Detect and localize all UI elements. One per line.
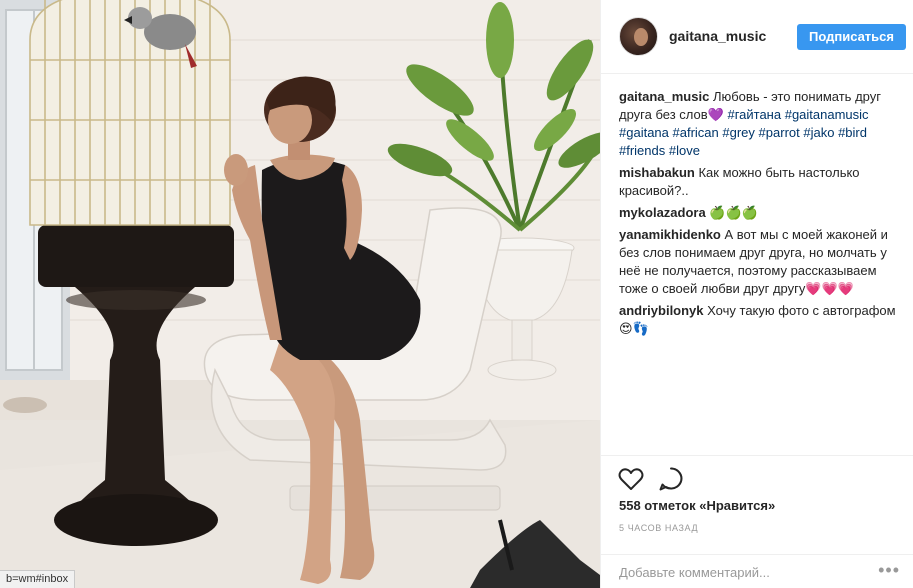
green-apple-emoji: 🍏🍏🍏 <box>709 205 758 220</box>
caption-comment: gaitana_music Любовь - это понимать друг… <box>619 88 904 160</box>
hashtag[interactable]: #friends <box>619 143 665 158</box>
hashtag[interactable]: #african <box>673 125 719 140</box>
comment-username[interactable]: yanamikhidenko <box>619 227 721 242</box>
hashtag[interactable]: #bird <box>838 125 867 140</box>
avatar-face <box>634 28 648 46</box>
avatar[interactable] <box>619 17 658 56</box>
hashtag[interactable]: #jako <box>803 125 834 140</box>
list-item-comment: mykolazadora 🍏🍏🍏 <box>619 204 904 222</box>
heart-outline-icon[interactable] <box>617 465 645 493</box>
purple-heart-emoji: 💜 <box>707 107 724 122</box>
comments-list: gaitana_music Любовь - это понимать друг… <box>619 88 904 342</box>
header-username[interactable]: gaitana_music <box>669 28 766 44</box>
photo-scene <box>0 0 600 588</box>
status-bar-link: b=wm#inbox <box>0 570 76 588</box>
comment-username[interactable]: mishabakun <box>619 165 695 180</box>
follow-button[interactable]: Подписаться <box>797 24 906 50</box>
list-item-comment: yanamikhidenko А вот мы с моей жаконей и… <box>619 226 904 298</box>
list-item-comment: mishabakun Как можно быть настолько крас… <box>619 164 904 200</box>
pink-hearts-emoji: 💗💗💗 <box>805 281 854 296</box>
comment-text: Хочу такую фото с автографом <box>707 303 896 318</box>
post-timestamp: 5 часов назад <box>619 523 699 533</box>
comment-username[interactable]: gaitana_music <box>619 89 709 104</box>
add-comment-bar: ••• <box>601 554 913 588</box>
post-header: gaitana_music Подписаться <box>601 0 913 74</box>
comment-username[interactable]: mykolazadora <box>619 205 706 220</box>
hashtag[interactable]: #gaitanamusic <box>785 107 869 122</box>
post-photo[interactable]: b=wm#inbox <box>0 0 600 588</box>
likes-count[interactable]: 558 отметок «Нравится» <box>619 498 775 513</box>
comment-username[interactable]: andriybilonyk <box>619 303 704 318</box>
more-options-icon[interactable]: ••• <box>878 560 900 580</box>
bird-cage <box>29 0 231 226</box>
hashtag[interactable]: #gaitana <box>619 125 669 140</box>
hashtag[interactable]: #grey <box>722 125 755 140</box>
comment-input[interactable] <box>619 562 879 582</box>
list-item-comment: andriybilonyk Хочу такую фото с автограф… <box>619 302 904 338</box>
post-side-panel: gaitana_music Подписаться gaitana_music … <box>600 0 913 588</box>
hashtag[interactable]: #гайтана <box>727 107 781 122</box>
heart-eyes-emoji: 😍👣 <box>619 321 649 336</box>
hashtag[interactable]: #parrot <box>759 125 800 140</box>
hashtag[interactable]: #love <box>669 143 700 158</box>
speech-bubble-icon[interactable] <box>657 465 685 493</box>
